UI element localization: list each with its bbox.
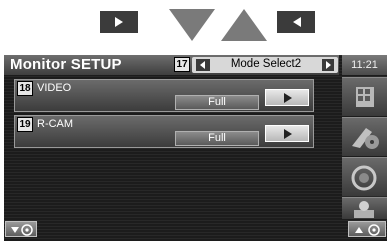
step-prev-button[interactable] <box>277 11 315 33</box>
mode-prev-button[interactable] <box>196 59 210 71</box>
sidebar-audio-button[interactable] <box>342 157 387 196</box>
down-triangle-icon <box>169 9 215 41</box>
mode-select-box: Mode Select2 <box>192 57 338 73</box>
video-change-button[interactable] <box>265 89 309 106</box>
clock-display: 11:21 <box>342 55 387 75</box>
rcam-callout-badge: 19 <box>17 117 33 132</box>
header-bar: Monitor SETUP 17 Mode Select2 <box>4 55 339 75</box>
volume-up-button[interactable] <box>348 221 386 237</box>
setup-tools-icon <box>354 201 374 218</box>
up-triangle-icon <box>221 9 267 41</box>
audio-knob-icon <box>351 165 377 191</box>
rcam-value: Full <box>175 131 259 146</box>
sidebar-setup-button[interactable] <box>342 197 387 219</box>
monitor-setup-screen: Monitor SETUP 17 Mode Select2 11:21 18 V… <box>4 55 387 241</box>
mode-callout-badge: 17 <box>174 57 190 72</box>
sidebar-menu-button[interactable] <box>342 77 387 116</box>
media-disc-icon <box>352 128 379 149</box>
rcam-change-button[interactable] <box>265 125 309 142</box>
right-arrow-icon <box>326 61 331 69</box>
step-next-button[interactable] <box>100 11 138 33</box>
video-callout-badge: 18 <box>17 81 33 96</box>
back-arrow-icon <box>293 17 301 27</box>
video-label: VIDEO <box>37 82 72 94</box>
play-icon <box>284 129 292 139</box>
video-setting-row: 18 VIDEO Full <box>14 79 314 112</box>
mode-next-button[interactable] <box>322 59 334 71</box>
mode-select-label: Mode Select2 <box>230 58 302 70</box>
play-icon <box>284 93 292 103</box>
page-title: Monitor SETUP <box>10 56 122 73</box>
video-value: Full <box>175 95 259 110</box>
play-icon <box>115 17 123 27</box>
volume-down-button[interactable] <box>5 221 37 237</box>
volume-down-icon <box>11 224 33 236</box>
left-arrow-icon <box>200 61 205 69</box>
rcam-setting-row: 19 R-CAM Full <box>14 115 314 148</box>
sidebar-media-button[interactable] <box>342 117 387 156</box>
volume-up-icon <box>355 224 380 236</box>
rcam-label: R-CAM <box>37 118 74 130</box>
menu-grid-icon <box>356 87 374 107</box>
